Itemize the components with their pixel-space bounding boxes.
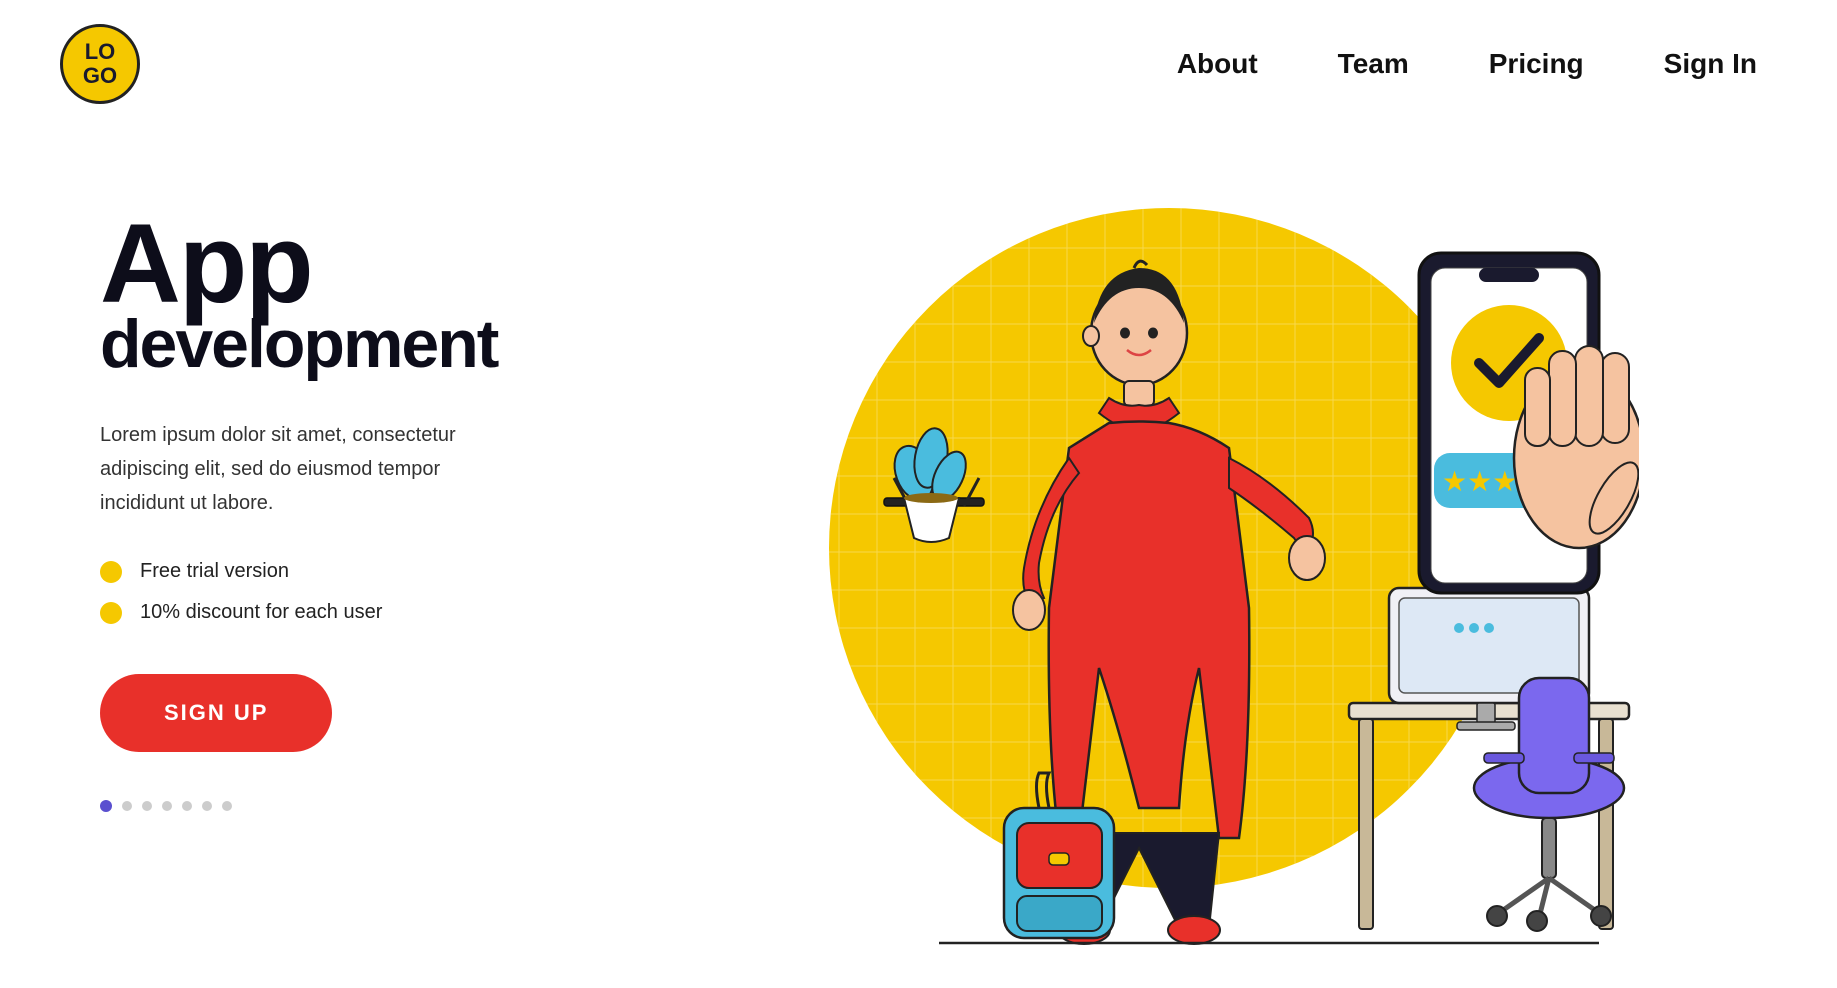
navigation: About Team Pricing Sign In: [1177, 48, 1757, 80]
dot-7[interactable]: [222, 801, 232, 811]
header: LO GO About Team Pricing Sign In: [0, 0, 1837, 128]
hero-description: Lorem ipsum dolor sit amet, consectetur …: [100, 418, 480, 520]
left-panel: App development Lorem ipsum dolor sit am…: [100, 168, 620, 812]
signup-button[interactable]: SIGN UP: [100, 674, 332, 752]
dot-5[interactable]: [182, 801, 192, 811]
illustration-svg: ★★★★★: [739, 168, 1639, 948]
logo[interactable]: LO GO: [60, 24, 140, 104]
feature-label-1: Free trial version: [140, 560, 289, 583]
right-panel: ★★★★★: [620, 168, 1757, 948]
dot-1[interactable]: [100, 800, 112, 812]
dot-3[interactable]: [142, 801, 152, 811]
features-list: Free trial version 10% discount for each…: [100, 560, 620, 624]
nav-pricing[interactable]: Pricing: [1489, 48, 1584, 80]
dot-4[interactable]: [162, 801, 172, 811]
nav-team[interactable]: Team: [1338, 48, 1409, 80]
hero-title: App development: [100, 208, 620, 378]
pagination-dots: [100, 800, 620, 812]
main-content: App development Lorem ipsum dolor sit am…: [0, 128, 1837, 988]
bullet-dot-2: [100, 602, 122, 624]
nav-about[interactable]: About: [1177, 48, 1258, 80]
dot-6[interactable]: [202, 801, 212, 811]
nav-signin[interactable]: Sign In: [1664, 48, 1757, 80]
illustration: ★★★★★: [739, 168, 1639, 948]
bullet-dot-1: [100, 561, 122, 583]
feature-item-2: 10% discount for each user: [100, 601, 620, 624]
feature-label-2: 10% discount for each user: [140, 601, 382, 624]
feature-item-1: Free trial version: [100, 560, 620, 583]
dot-2[interactable]: [122, 801, 132, 811]
